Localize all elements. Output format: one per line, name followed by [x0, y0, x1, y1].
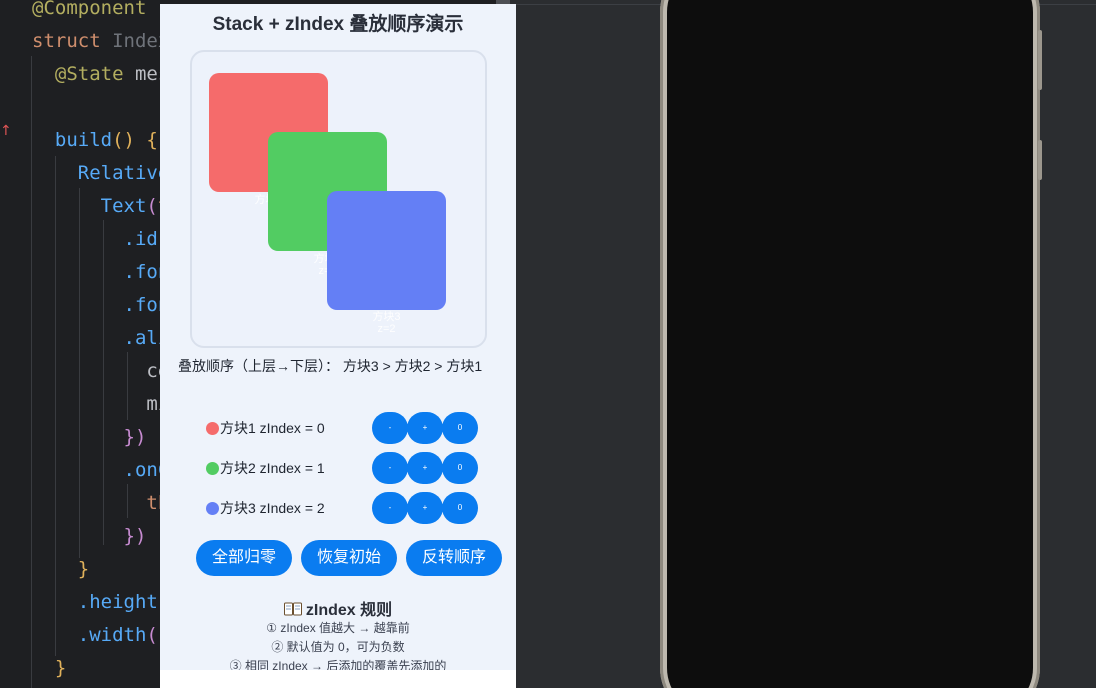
zindex-label: 方块1 zIndex = 0: [220, 420, 325, 436]
decrement-button[interactable]: -: [372, 412, 408, 444]
device-screen: Stack + zIndex 叠放顺序演示 方块1 方块2 z=1 方块3 z=…: [160, 4, 516, 670]
code-token: (: [146, 195, 158, 217]
control-row-block-2: 方块2 zIndex = 1 - + 0: [160, 452, 516, 484]
ide-window: ↑ @Componentstruct Index { @State messag…: [0, 0, 1096, 688]
zindex-label: 方块3 zIndex = 2: [220, 500, 325, 516]
block-3-z: z=2: [377, 323, 396, 335]
code-token: @State: [32, 63, 135, 85]
code-line[interactable]: }: [32, 652, 66, 685]
device-volume-button: [1038, 30, 1042, 90]
block-3[interactable]: 方块3 z=2: [327, 191, 446, 335]
reset-button[interactable]: 0: [442, 412, 478, 444]
control-row-block-1: 方块1 zIndex = 0 - + 0: [160, 412, 516, 444]
gutter-change-marker: ↑: [0, 123, 12, 139]
rule-line-2: ② 默认值为 0，可为负数: [271, 640, 405, 654]
code-token: }): [32, 525, 147, 547]
code-token: }: [32, 657, 67, 679]
code-token: .width: [32, 624, 147, 646]
code-token: (: [146, 624, 158, 646]
increment-button[interactable]: +: [407, 452, 443, 484]
rule-line-3: ③ 相同 zIndex → 后添加的覆盖先添加的: [229, 659, 447, 670]
color-dot: [206, 502, 219, 515]
code-token: .height: [32, 591, 158, 613]
code-line[interactable]: }): [32, 421, 147, 454]
reset-button[interactable]: 0: [442, 492, 478, 524]
device-frame: [660, 0, 1042, 688]
device-power-button: [1038, 140, 1042, 180]
rule-line-1: ① zIndex 值越大 → 越靠前: [266, 621, 410, 635]
stack-order-text: 叠放顺序（上层→下层）： 方块3 > 方块2 > 方块1: [178, 358, 483, 374]
code-line[interactable]: }: [32, 553, 89, 586]
stack-container: 方块1 方块2 z=1 方块3 z=2: [190, 50, 487, 348]
previewer-panel: [512, 0, 1096, 688]
reset-all-button[interactable]: 全部归零: [196, 540, 292, 576]
code-token: @Component: [32, 0, 147, 19]
restore-initial-button[interactable]: 恢复初始: [301, 540, 397, 576]
color-dot: [206, 462, 219, 475]
control-row-block-3: 方块3 zIndex = 2 - + 0: [160, 492, 516, 524]
code-line[interactable]: }): [32, 520, 147, 553]
zindex-label: 方块2 zIndex = 1: [220, 460, 325, 476]
reset-button[interactable]: 0: [442, 452, 478, 484]
block-3-label: 方块3: [372, 311, 401, 323]
increment-button[interactable]: +: [407, 492, 443, 524]
device-bezel: [667, 0, 1033, 688]
device-screen-bottom: [160, 670, 516, 688]
code-token: }: [32, 558, 90, 580]
decrement-button[interactable]: -: [372, 452, 408, 484]
code-token: (): [112, 129, 147, 151]
code-token: }): [32, 426, 147, 448]
rules-heading: zIndex 规则: [160, 596, 516, 620]
code-token: Text: [32, 195, 147, 217]
code-token: .id: [32, 228, 158, 250]
color-dot: [206, 422, 219, 435]
increment-button[interactable]: +: [407, 412, 443, 444]
page-title: Stack + zIndex 叠放顺序演示: [212, 14, 464, 35]
book-icon: [283, 602, 302, 616]
decrement-button[interactable]: -: [372, 492, 408, 524]
code-token: build: [32, 129, 113, 151]
code-line[interactable]: @Component: [32, 0, 146, 25]
code-token: {: [146, 129, 158, 151]
code-token: struct: [32, 30, 113, 52]
rules-title-text: zIndex 规则: [305, 602, 393, 619]
reverse-order-button[interactable]: 反转顺序: [406, 540, 502, 576]
code-line[interactable]: build() {: [32, 124, 158, 157]
